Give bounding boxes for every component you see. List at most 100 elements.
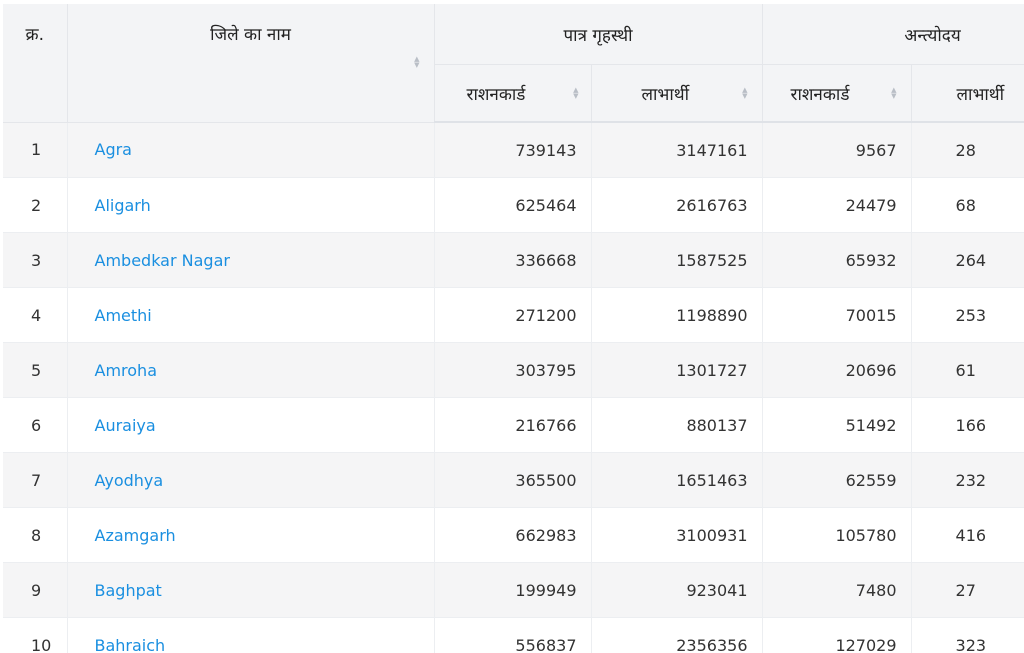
district-link[interactable]: Ayodhya (95, 471, 164, 490)
table-body: 1 Agra 739143 3147161 9567 28 2 Aligarh 625464 26… (3, 122, 1024, 653)
cell-ph-ration-card: 739143 (434, 122, 592, 178)
cell-district: Aligarh (67, 177, 435, 233)
header-group-antyodaya: अन्त्योदय (762, 4, 1024, 65)
cell-district: Ayodhya (67, 452, 435, 508)
district-link[interactable]: Azamgarh (95, 526, 176, 545)
header-ph-ration-card[interactable]: राशनकार्ड ▲ ▼ (434, 64, 592, 123)
cell-ph-ration-card: 303795 (434, 342, 592, 398)
sort-icon[interactable]: ▲ ▼ (414, 56, 419, 69)
cell-ph-beneficiary: 2356356 (591, 617, 763, 653)
table-row: 3 Ambedkar Nagar 336668 1587525 65932 264 (3, 232, 1024, 288)
cell-aay-ration-card: 127029 (762, 617, 912, 653)
cell-aay-ration-card: 62559 (762, 452, 912, 508)
cell-serial: 2 (3, 177, 68, 233)
header-aay-ration-card[interactable]: राशनकार्ड ▲ ▼ (762, 64, 912, 123)
cell-aay-ration-card: 7480 (762, 562, 912, 618)
header-district-label: जिले का नाम (210, 25, 291, 45)
cell-ph-beneficiary: 3147161 (591, 122, 763, 178)
cell-district: Amethi (67, 287, 435, 343)
cell-aay-beneficiary: 28 (911, 122, 1024, 178)
header-group2-label: अन्त्योदय (904, 25, 961, 46)
table-row: 1 Agra 739143 3147161 9567 28 (3, 122, 1024, 178)
cell-aay-beneficiary: 323 (911, 617, 1024, 653)
header-ph-ration-card-label: राशनकार्ड (466, 84, 526, 105)
header-aay-beneficiary[interactable]: लाभार्थी (911, 64, 1024, 123)
table-row: 7 Ayodhya 365500 1651463 62559 232 (3, 452, 1024, 508)
cell-serial: 8 (3, 507, 68, 563)
cell-aay-ration-card: 70015 (762, 287, 912, 343)
cell-aay-beneficiary: 264 (911, 232, 1024, 288)
header-group-eligible-household: पात्र गृहस्थी (434, 4, 763, 65)
cell-ph-ration-card: 556837 (434, 617, 592, 653)
table-row: 5 Amroha 303795 1301727 20696 61 (3, 342, 1024, 398)
sort-down-icon: ▼ (742, 92, 748, 100)
cell-serial: 10 (3, 617, 68, 653)
cell-aay-beneficiary: 166 (911, 397, 1024, 453)
header-district-name[interactable]: जिले का नाम ▲ ▼ (67, 4, 435, 123)
cell-district: Bahraich (67, 617, 435, 653)
header-serial: क्र. (3, 4, 68, 123)
cell-aay-ration-card: 51492 (762, 397, 912, 453)
district-ration-table: क्र. जिले का नाम ▲ ▼ पात्र गृहस्थी अन्त्य… (3, 4, 1024, 653)
cell-serial: 4 (3, 287, 68, 343)
cell-ph-ration-card: 199949 (434, 562, 592, 618)
sort-icon[interactable]: ▲ ▼ (742, 87, 748, 100)
cell-serial: 3 (3, 232, 68, 288)
cell-aay-beneficiary: 61 (911, 342, 1024, 398)
header-group1-label: पात्र गृहस्थी (563, 25, 633, 46)
cell-ph-beneficiary: 923041 (591, 562, 763, 618)
table-header: क्र. जिले का नाम ▲ ▼ पात्र गृहस्थी अन्त्य… (3, 4, 1024, 123)
sort-icon[interactable]: ▲ ▼ (573, 87, 579, 100)
cell-ph-ration-card: 625464 (434, 177, 592, 233)
table-row: 10 Bahraich 556837 2356356 127029 323 (3, 617, 1024, 653)
cell-serial: 9 (3, 562, 68, 618)
cell-ph-beneficiary: 880137 (591, 397, 763, 453)
header-ph-beneficiary-label: लाभार्थी (641, 84, 690, 105)
district-link[interactable]: Ambedkar Nagar (95, 251, 230, 270)
sort-icon[interactable]: ▲ ▼ (891, 87, 897, 100)
header-serial-label: क्र. (25, 25, 44, 45)
table-wrapper: क्र. जिले का नाम ▲ ▼ पात्र गृहस्थी अन्त्य… (0, 0, 1024, 653)
cell-aay-ration-card: 24479 (762, 177, 912, 233)
cell-serial: 1 (3, 122, 68, 178)
cell-aay-ration-card: 105780 (762, 507, 912, 563)
cell-ph-ration-card: 271200 (434, 287, 592, 343)
header-ph-beneficiary[interactable]: लाभार्थी ▲ ▼ (591, 64, 763, 123)
table-row: 8 Azamgarh 662983 3100931 105780 416 (3, 507, 1024, 563)
district-link[interactable]: Agra (95, 140, 132, 159)
cell-serial: 7 (3, 452, 68, 508)
cell-district: Baghpat (67, 562, 435, 618)
district-link[interactable]: Amethi (95, 306, 152, 325)
cell-aay-ration-card: 9567 (762, 122, 912, 178)
cell-serial: 5 (3, 342, 68, 398)
cell-aay-beneficiary: 27 (911, 562, 1024, 618)
district-link[interactable]: Amroha (95, 361, 158, 380)
cell-ph-beneficiary: 3100931 (591, 507, 763, 563)
cell-aay-beneficiary: 232 (911, 452, 1024, 508)
header-aay-ration-card-label: राशनकार्ड (790, 84, 850, 105)
district-link[interactable]: Aligarh (95, 196, 151, 215)
cell-ph-ration-card: 662983 (434, 507, 592, 563)
table-row: 4 Amethi 271200 1198890 70015 253 (3, 287, 1024, 343)
cell-serial: 6 (3, 397, 68, 453)
cell-ph-beneficiary: 1198890 (591, 287, 763, 343)
table-row: 2 Aligarh 625464 2616763 24479 68 (3, 177, 1024, 233)
cell-aay-beneficiary: 253 (911, 287, 1024, 343)
sort-down-icon: ▼ (891, 92, 897, 100)
cell-district: Azamgarh (67, 507, 435, 563)
district-link[interactable]: Bahraich (95, 636, 166, 653)
table-row: 6 Auraiya 216766 880137 51492 166 (3, 397, 1024, 453)
header-aay-beneficiary-label: लाभार्थी (956, 84, 1005, 105)
table-row: 9 Baghpat 199949 923041 7480 27 (3, 562, 1024, 618)
district-link[interactable]: Auraiya (95, 416, 156, 435)
cell-aay-ration-card: 20696 (762, 342, 912, 398)
cell-ph-beneficiary: 2616763 (591, 177, 763, 233)
cell-ph-ration-card: 365500 (434, 452, 592, 508)
cell-ph-ration-card: 336668 (434, 232, 592, 288)
district-link[interactable]: Baghpat (95, 581, 162, 600)
sort-down-icon: ▼ (573, 92, 579, 100)
cell-ph-beneficiary: 1651463 (591, 452, 763, 508)
cell-district: Ambedkar Nagar (67, 232, 435, 288)
cell-aay-beneficiary: 416 (911, 507, 1024, 563)
cell-ph-beneficiary: 1301727 (591, 342, 763, 398)
